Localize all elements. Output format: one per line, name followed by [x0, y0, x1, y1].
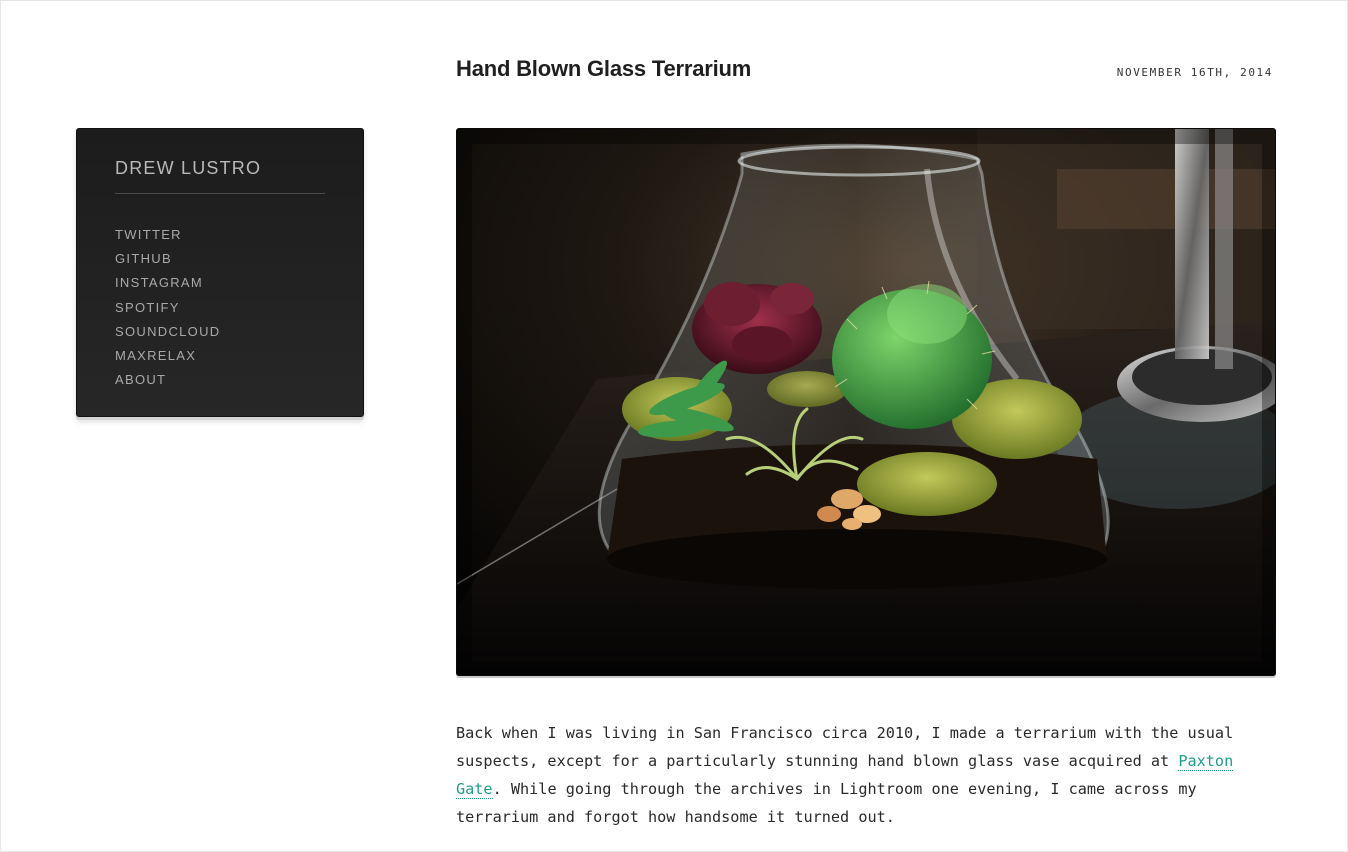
nav-link-twitter[interactable]: TWITTER — [115, 227, 182, 242]
nav-link-about[interactable]: ABOUT — [115, 372, 166, 387]
post-date: NOVEMBER 16TH, 2014 — [1116, 66, 1273, 79]
terrarium-illustration — [457, 129, 1275, 675]
divider — [115, 193, 325, 194]
social-nav: TWITTER GITHUB INSTAGRAM SPOTIFY SOUNDCL… — [115, 226, 220, 395]
nav-link-spotify[interactable]: SPOTIFY — [115, 300, 180, 315]
site-name[interactable]: DREW LUSTRO — [115, 158, 261, 179]
sidebar-card: DREW LUSTRO TWITTER GITHUB INSTAGRAM SPO… — [76, 128, 364, 417]
body-text-end: . While going through the archives in Li… — [456, 780, 1197, 826]
nav-link-maxrelax[interactable]: MAXRELAX — [115, 348, 196, 363]
body-text-start: Back when I was living in San Francisco … — [456, 724, 1234, 770]
post-body: Back when I was living in San Francisco … — [456, 719, 1286, 831]
nav-link-github[interactable]: GITHUB — [115, 251, 172, 266]
nav-link-instagram[interactable]: INSTAGRAM — [115, 275, 203, 290]
post-title[interactable]: Hand Blown Glass Terrarium — [456, 56, 751, 82]
nav-link-soundcloud[interactable]: SOUNDCLOUD — [115, 324, 220, 339]
post-photo — [456, 128, 1276, 676]
